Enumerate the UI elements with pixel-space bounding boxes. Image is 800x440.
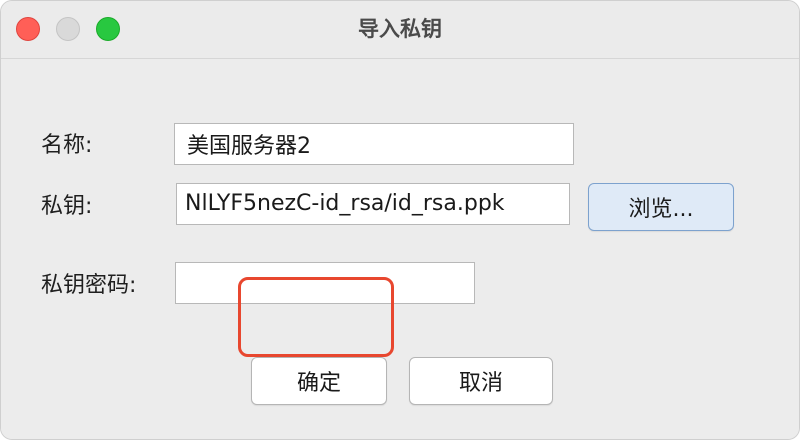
- import-key-dialog: 导入私钥 名称: 私钥: NlLYF5nezC-id_rsa/id_rsa.pp…: [0, 0, 800, 440]
- browse-button[interactable]: 浏览...: [588, 183, 734, 231]
- private-key-path-text: NlLYF5nezC-id_rsa/id_rsa.ppk: [185, 191, 505, 216]
- private-key-label: 私钥:: [41, 194, 93, 219]
- name-label: 名称:: [41, 133, 93, 158]
- title-bar: 导入私钥: [1, 1, 799, 59]
- ok-button[interactable]: 确定: [251, 357, 387, 405]
- key-password-input[interactable]: [175, 262, 475, 304]
- window-title: 导入私钥: [358, 17, 442, 41]
- cancel-button[interactable]: 取消: [409, 357, 553, 405]
- name-input[interactable]: [174, 123, 574, 165]
- key-password-label: 私钥密码:: [41, 273, 137, 298]
- private-key-path-field[interactable]: NlLYF5nezC-id_rsa/id_rsa.ppk: [176, 183, 570, 225]
- dialog-content: 名称: 私钥: NlLYF5nezC-id_rsa/id_rsa.ppk 浏览.…: [1, 59, 799, 439]
